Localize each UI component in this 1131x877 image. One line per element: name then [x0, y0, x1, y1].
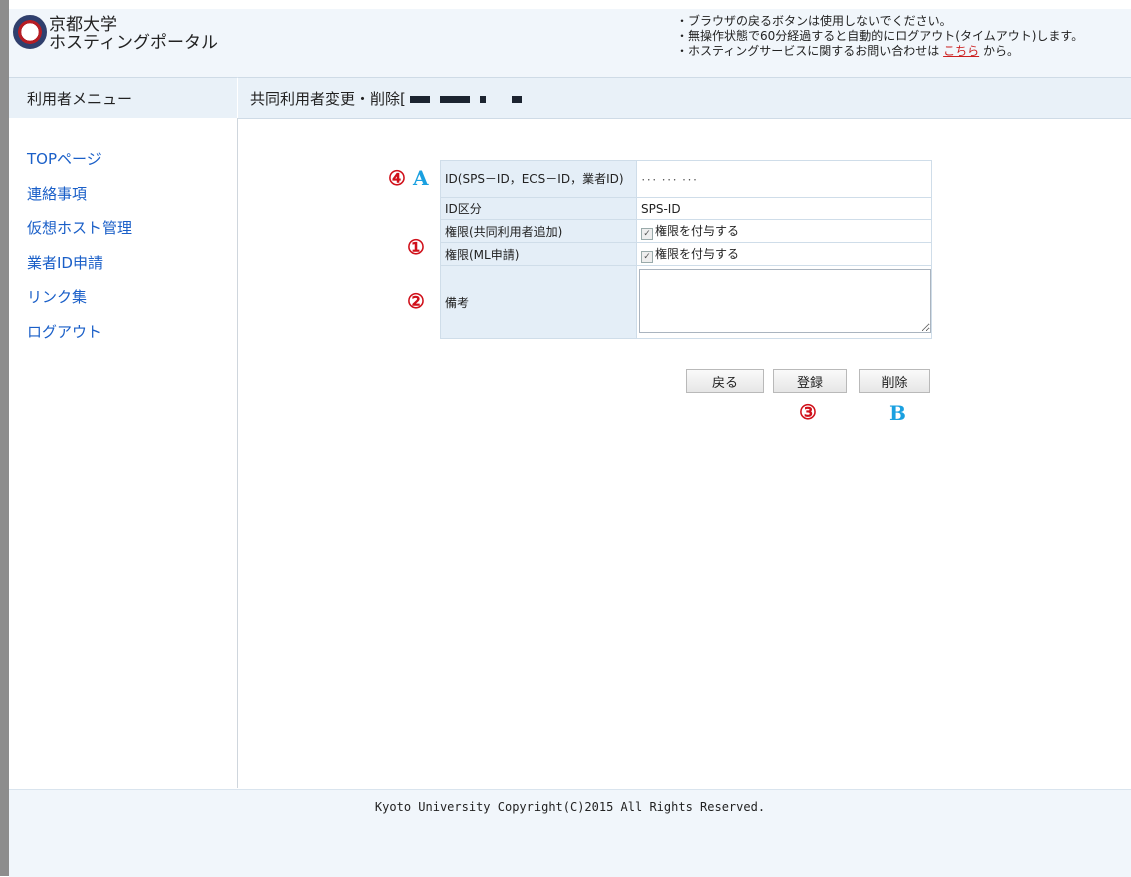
sidebar-item-links[interactable]: リンク集 [27, 280, 132, 315]
sidebar-header: 利用者メニュー [9, 77, 237, 119]
notice-timeout: ・無操作状態で60分経過すると自動的にログアウト(タイムアウト)します。 [676, 29, 1084, 43]
table-row: ID(SPS－ID，ECS－ID，業者ID) ･･･ ･･･ ･･･ [440, 160, 932, 198]
perm-ml-checkbox[interactable]: ✓ [641, 251, 653, 263]
page-title: 共同利用者変更・削除[ [250, 88, 522, 109]
perm-ml-label: 権限(ML申請) [440, 242, 637, 266]
notice-contact-suffix: から。 [979, 44, 1019, 58]
annotation-1: ① [407, 235, 425, 259]
sidebar-item-vendor-id[interactable]: 業者ID申請 [27, 246, 132, 281]
table-row: ID区分 SPS-ID [440, 197, 932, 220]
redacted-block [479, 96, 486, 103]
delete-button[interactable]: 削除 [859, 369, 930, 393]
id-label: ID(SPS－ID，ECS－ID，業者ID) [440, 160, 637, 198]
main-header: 共同利用者変更・削除[ [238, 77, 1131, 119]
site-title-line1: 京都大学 [49, 15, 117, 35]
back-button[interactable]: 戻る [686, 369, 764, 393]
notice-back-button: ・ブラウザの戻るボタンは使用しないでください。 [676, 14, 952, 28]
site-header: 京都大学 ホスティングポータル ・ブラウザの戻るボタンは使用しないでください。 … [9, 9, 1131, 78]
table-row: 権限(共同利用者追加) ✓ 権限を付与する [440, 219, 932, 243]
id-value: ･･･ ･･･ ･･･ [636, 160, 932, 198]
annotation-4: ④ [388, 166, 406, 190]
sidebar-item-notices[interactable]: 連絡事項 [27, 177, 132, 212]
site-title-line2: ホスティングポータル [49, 33, 218, 53]
register-button[interactable]: 登録 [773, 369, 847, 393]
notices: ・ブラウザの戻るボタンは使用しないでください。 ・無操作状態で60分経過すると自… [676, 14, 1083, 59]
annotation-a: A [413, 166, 429, 190]
site-title: 京都大学 ホスティングポータル [49, 16, 218, 52]
id-type-value: SPS-ID [636, 197, 932, 220]
note-cell [636, 265, 932, 339]
notice-contact: ・ホスティングサービスに関するお問い合わせは こちら から。 [676, 44, 1083, 59]
table-row: 備考 [440, 265, 932, 339]
top-strip [9, 0, 1131, 9]
sidebar: TOPページ 連絡事項 仮想ホスト管理 業者ID申請 リンク集 ログアウト [9, 118, 238, 788]
perm-add-cell: ✓ 権限を付与する [636, 219, 932, 243]
sidebar-item-top[interactable]: TOPページ [27, 142, 132, 177]
redacted-block [511, 96, 522, 103]
redacted-block [439, 96, 470, 103]
sidebar-item-virtual-host[interactable]: 仮想ホスト管理 [27, 211, 132, 246]
table-row: 権限(ML申請) ✓ 権限を付与する [440, 242, 932, 266]
footer: Kyoto University Copyright(C)2015 All Ri… [9, 789, 1131, 877]
id-type-label: ID区分 [440, 197, 637, 220]
perm-ml-check-label: 権限を付与する [655, 247, 740, 261]
page-title-text: 共同利用者変更・削除[ [250, 90, 406, 108]
perm-add-checkbox[interactable]: ✓ [641, 228, 653, 240]
sidebar-item-logout[interactable]: ログアウト [27, 315, 132, 350]
copyright: Kyoto University Copyright(C)2015 All Ri… [374, 800, 766, 814]
university-logo-icon [13, 15, 47, 49]
window-edge [0, 0, 9, 876]
annotation-3: ③ [799, 400, 817, 424]
redacted-block [409, 96, 430, 103]
perm-ml-cell: ✓ 権限を付与する [636, 242, 932, 266]
notice-contact-prefix: ・ホスティングサービスに関するお問い合わせは [676, 44, 944, 58]
note-label: 備考 [440, 265, 637, 339]
perm-add-label: 権限(共同利用者追加) [440, 219, 637, 243]
sidebar-heading: 利用者メニュー [27, 90, 133, 108]
note-textarea[interactable] [639, 268, 931, 333]
contact-link[interactable]: こちら [943, 44, 979, 58]
annotation-2: ② [407, 289, 425, 313]
user-menu: TOPページ 連絡事項 仮想ホスト管理 業者ID申請 リンク集 ログアウト [27, 142, 132, 349]
id-value-text: ･･･ ･･･ ･･･ [641, 176, 699, 186]
perm-add-check-label: 権限を付与する [655, 224, 740, 238]
annotation-b: B [889, 401, 906, 425]
co-user-form: ID(SPS－ID，ECS－ID，業者ID) ･･･ ･･･ ･･･ ID区分 … [440, 160, 932, 339]
